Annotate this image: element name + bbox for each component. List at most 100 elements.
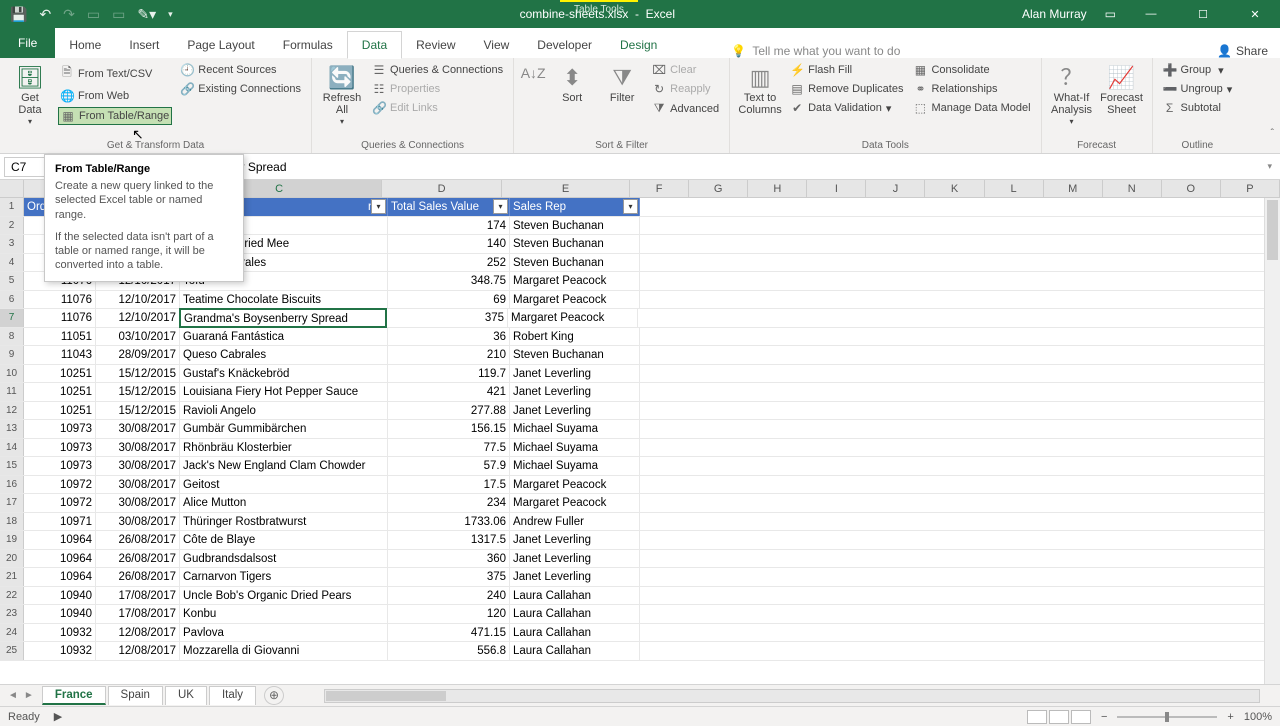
redo-icon[interactable]: ↷: [63, 6, 75, 23]
horizontal-scrollbar[interactable]: [324, 689, 1260, 703]
formula-input[interactable]: Grandma's Boysenberry Spread: [109, 158, 1259, 176]
col-header[interactable]: I: [807, 180, 866, 197]
table-cell[interactable]: 26/08/2017: [96, 531, 180, 549]
table-cell[interactable]: 10973: [24, 457, 96, 475]
table-cell[interactable]: 360: [388, 550, 510, 568]
touch-mode-icon[interactable]: ▭: [112, 6, 125, 23]
table-cell[interactable]: 17/08/2017: [96, 587, 180, 605]
tab-developer[interactable]: Developer: [523, 32, 606, 58]
row-header[interactable]: 3: [0, 235, 24, 253]
table-cell[interactable]: 119.7: [388, 365, 510, 383]
row-header[interactable]: 24: [0, 624, 24, 642]
table-cell[interactable]: 12/10/2017: [96, 291, 180, 309]
vertical-scrollbar[interactable]: [1264, 198, 1280, 684]
data-validation-button[interactable]: ✔Data Validation ▾: [788, 100, 905, 116]
tab-view[interactable]: View: [470, 32, 524, 58]
from-table-range-button[interactable]: ▦From Table/Range: [58, 107, 172, 125]
table-cell[interactable]: 30/08/2017: [96, 476, 180, 494]
table-cell[interactable]: Gumbär Gummibärchen: [180, 420, 388, 438]
tell-me-search[interactable]: 💡 Tell me what you want to do: [731, 44, 900, 58]
table-cell[interactable]: 36: [388, 328, 510, 346]
refresh-all-button[interactable]: 🔄 Refresh All▾: [320, 62, 364, 127]
row-header[interactable]: 14: [0, 439, 24, 457]
row-header[interactable]: 2: [0, 217, 24, 235]
table-cell[interactable]: 210: [388, 346, 510, 364]
col-header[interactable]: L: [985, 180, 1044, 197]
recent-sources-button[interactable]: 🕘Recent Sources: [178, 62, 303, 78]
tab-review[interactable]: Review: [402, 32, 469, 58]
table-cell[interactable]: 12/08/2017: [96, 624, 180, 642]
tab-design[interactable]: Design: [606, 32, 671, 58]
eraser-icon[interactable]: ✎▾: [137, 6, 156, 23]
what-if-button[interactable]: ？ What-If Analysis▾: [1050, 62, 1094, 127]
row-header[interactable]: 23: [0, 605, 24, 623]
table-cell[interactable]: 11043: [24, 346, 96, 364]
table-cell[interactable]: 10964: [24, 550, 96, 568]
table-cell[interactable]: Teatime Chocolate Biscuits: [180, 291, 388, 309]
row-header[interactable]: 9: [0, 346, 24, 364]
zoom-level[interactable]: 100%: [1244, 711, 1272, 723]
sheet-tab-italy[interactable]: Italy: [209, 686, 256, 705]
share-button[interactable]: 👤 Share: [1217, 44, 1268, 58]
row-header[interactable]: 5: [0, 272, 24, 290]
table-cell[interactable]: Margaret Peacock: [510, 494, 640, 512]
row-header[interactable]: 18: [0, 513, 24, 531]
advanced-filter-button[interactable]: ⧩Advanced: [650, 100, 721, 117]
from-text-csv-button[interactable]: 🗎From Text/CSV: [58, 62, 172, 85]
row-header[interactable]: 6: [0, 291, 24, 309]
expand-formula-icon[interactable]: ▾: [1259, 161, 1280, 172]
table-cell[interactable]: Geitost: [180, 476, 388, 494]
page-break-view-icon[interactable]: [1071, 710, 1091, 724]
zoom-in-icon[interactable]: +: [1227, 711, 1233, 723]
table-cell[interactable]: Robert King: [510, 328, 640, 346]
table-cell[interactable]: 348.75: [388, 272, 510, 290]
col-header[interactable]: F: [630, 180, 689, 197]
col-header[interactable]: G: [689, 180, 748, 197]
table-cell[interactable]: 156.15: [388, 420, 510, 438]
sort-asc-button[interactable]: A↓Z: [522, 62, 544, 81]
minimize-button[interactable]: —: [1134, 0, 1168, 28]
row-header[interactable]: 22: [0, 587, 24, 605]
sheet-tab-france[interactable]: France: [42, 686, 106, 705]
maximize-button[interactable]: ☐: [1186, 0, 1220, 28]
table-cell[interactable]: Alice Mutton: [180, 494, 388, 512]
add-sheet-button[interactable]: ⊕: [264, 686, 284, 705]
remove-duplicates-button[interactable]: ▤Remove Duplicates: [788, 81, 905, 97]
select-all-cell[interactable]: [0, 180, 24, 197]
table-cell[interactable]: Steven Buchanan: [510, 217, 640, 235]
tab-home[interactable]: Home: [55, 32, 115, 58]
forecast-sheet-button[interactable]: 📈 Forecast Sheet: [1100, 62, 1144, 116]
table-cell[interactable]: 10251: [24, 383, 96, 401]
table-cell[interactable]: Louisiana Fiery Hot Pepper Sauce: [180, 383, 388, 401]
table-cell[interactable]: Laura Callahan: [510, 624, 640, 642]
col-header[interactable]: D: [382, 180, 502, 197]
table-cell[interactable]: Michael Suyama: [510, 420, 640, 438]
table-cell[interactable]: 252: [388, 254, 510, 272]
col-header[interactable]: N: [1103, 180, 1162, 197]
macro-record-icon[interactable]: ▶: [54, 710, 62, 723]
tab-file[interactable]: File: [0, 28, 55, 58]
row-header[interactable]: 10: [0, 365, 24, 383]
table-cell[interactable]: 234: [388, 494, 510, 512]
page-layout-view-icon[interactable]: [1049, 710, 1069, 724]
table-cell[interactable]: Michael Suyama: [510, 457, 640, 475]
ungroup-button[interactable]: ➖Ungroup ▾: [1161, 81, 1235, 97]
table-cell[interactable]: Laura Callahan: [510, 587, 640, 605]
row-header[interactable]: 8: [0, 328, 24, 346]
table-cell[interactable]: Janet Leverling: [510, 531, 640, 549]
table-cell[interactable]: Carnarvon Tigers: [180, 568, 388, 586]
row-header[interactable]: 25: [0, 642, 24, 660]
row-header[interactable]: 7: [0, 309, 24, 327]
table-cell[interactable]: 10251: [24, 365, 96, 383]
table-header-cell[interactable]: Total Sales Value▾: [388, 198, 510, 216]
table-cell[interactable]: Grandma's Boysenberry Spread: [179, 308, 387, 328]
table-cell[interactable]: Laura Callahan: [510, 642, 640, 660]
table-cell[interactable]: 375: [388, 568, 510, 586]
row-header[interactable]: 21: [0, 568, 24, 586]
table-cell[interactable]: 30/08/2017: [96, 513, 180, 531]
row-header[interactable]: 12: [0, 402, 24, 420]
table-cell[interactable]: 12/08/2017: [96, 642, 180, 660]
table-cell[interactable]: 15/12/2015: [96, 402, 180, 420]
table-cell[interactable]: Andrew Fuller: [510, 513, 640, 531]
zoom-out-icon[interactable]: −: [1101, 711, 1107, 723]
